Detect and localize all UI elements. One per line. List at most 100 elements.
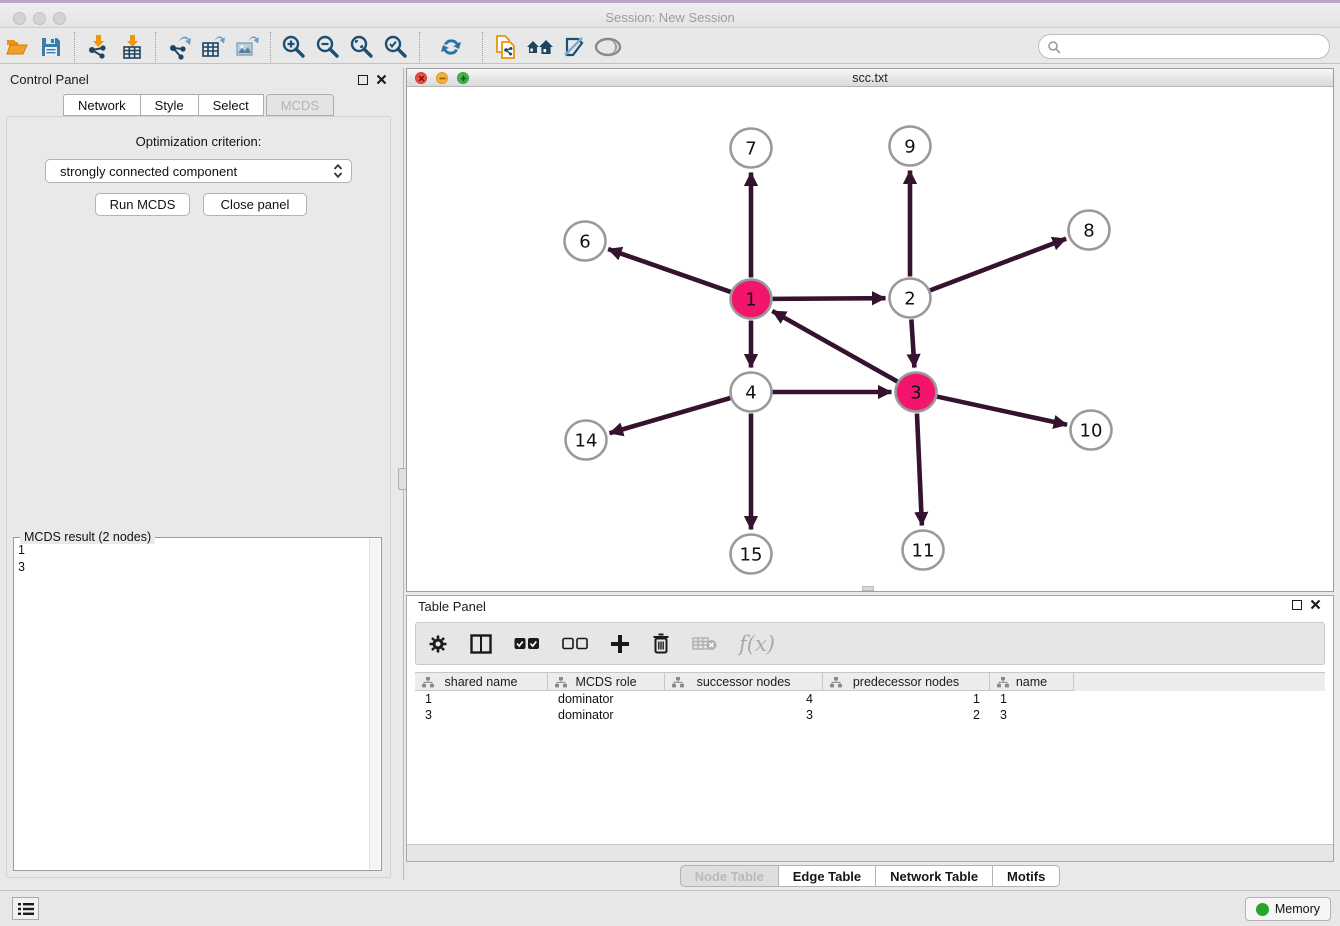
column-type-icon bbox=[672, 677, 684, 688]
float-panel-icon[interactable] bbox=[358, 75, 368, 85]
table-cell[interactable]: dominator bbox=[548, 691, 665, 707]
edge-2-8[interactable] bbox=[930, 239, 1066, 291]
result-scrollbar[interactable] bbox=[369, 539, 380, 869]
tab-style[interactable]: Style bbox=[141, 94, 199, 116]
graph-node-9[interactable]: 9 bbox=[890, 127, 931, 166]
control-panel-tabs: NetworkStyleSelectMCDS bbox=[0, 94, 397, 117]
graph-node-14[interactable]: 14 bbox=[566, 421, 607, 460]
float-panel-icon[interactable] bbox=[1292, 600, 1302, 610]
close-panel-icon[interactable] bbox=[376, 74, 387, 85]
memory-label: Memory bbox=[1275, 902, 1320, 916]
split-panel-icon[interactable] bbox=[470, 634, 492, 654]
hide-labels-icon[interactable] bbox=[557, 32, 591, 62]
zoom-selected-icon[interactable] bbox=[379, 32, 413, 62]
tab-motifs[interactable]: Motifs bbox=[993, 865, 1060, 887]
node-label: 7 bbox=[745, 139, 756, 160]
zoom-out-icon[interactable] bbox=[311, 32, 345, 62]
toolbar-separator bbox=[270, 32, 271, 62]
tab-mcds[interactable]: MCDS bbox=[266, 94, 334, 116]
export-table-icon[interactable] bbox=[196, 32, 230, 62]
table-cell[interactable]: 3 bbox=[415, 707, 548, 723]
table-cell[interactable]: 3 bbox=[990, 707, 1074, 723]
import-network-icon[interactable] bbox=[81, 32, 115, 62]
main-titlebar: Session: New Session bbox=[0, 0, 1340, 28]
graph-node-10[interactable]: 10 bbox=[1071, 411, 1112, 450]
table-cell[interactable]: dominator bbox=[548, 707, 665, 723]
graph-node-6[interactable]: 6 bbox=[565, 222, 606, 261]
edge-4-14[interactable] bbox=[610, 398, 731, 433]
network-canvas[interactable]: 7 9 6 8 1 2 4 3 14 10 15 11 bbox=[407, 88, 1333, 591]
zoom-in-icon[interactable] bbox=[277, 32, 311, 62]
select-all-columns-icon[interactable] bbox=[514, 637, 540, 651]
edge-2-3[interactable] bbox=[911, 319, 914, 367]
edge-3-1[interactable] bbox=[772, 311, 897, 381]
graph-node-1[interactable]: 1 bbox=[731, 280, 772, 319]
graph-node-4[interactable]: 4 bbox=[731, 373, 772, 412]
tab-select[interactable]: Select bbox=[199, 94, 264, 116]
import-table-icon[interactable] bbox=[115, 32, 149, 62]
column-type-icon bbox=[422, 677, 434, 688]
search-box[interactable] bbox=[1038, 34, 1330, 59]
birdseye-view-icon[interactable] bbox=[591, 32, 625, 62]
save-session-icon[interactable] bbox=[34, 32, 68, 62]
edge-1-2[interactable] bbox=[772, 298, 885, 299]
list-icon bbox=[18, 902, 34, 916]
table-cell[interactable]: 1 bbox=[823, 691, 990, 707]
main-toolbar bbox=[0, 31, 1340, 64]
tab-node-table[interactable]: Node Table bbox=[680, 865, 779, 887]
zoom-fit-icon[interactable] bbox=[345, 32, 379, 62]
graph-node-3[interactable]: 3 bbox=[896, 373, 937, 412]
status-bar: Memory bbox=[0, 890, 1340, 926]
table-row[interactable]: 3dominator323 bbox=[415, 707, 1325, 723]
graph-node-8[interactable]: 8 bbox=[1069, 211, 1110, 250]
graph-node-15[interactable]: 15 bbox=[731, 535, 772, 574]
column-type-icon bbox=[830, 677, 842, 688]
table-cell[interactable]: 1 bbox=[990, 691, 1074, 707]
show-all-networks-icon[interactable] bbox=[523, 32, 557, 62]
tab-network[interactable]: Network bbox=[63, 94, 141, 116]
node-table: shared nameMCDS rolesuccessor nodesprede… bbox=[415, 672, 1325, 723]
export-image-icon[interactable] bbox=[230, 32, 264, 62]
column-header-shared-name[interactable]: shared name bbox=[415, 673, 548, 691]
copy-network-icon[interactable] bbox=[489, 32, 523, 62]
edge-3-11[interactable] bbox=[917, 413, 922, 525]
close-panel-button[interactable]: Close panel bbox=[203, 193, 307, 216]
horizontal-splitter-handle[interactable] bbox=[862, 586, 874, 591]
table-cell[interactable]: 4 bbox=[665, 691, 823, 707]
table-cell[interactable]: 2 bbox=[823, 707, 990, 723]
column-header-predecessor-nodes[interactable]: predecessor nodes bbox=[823, 673, 990, 691]
table-panel: Table Panel f(x) shared nameMCDS rolesuc… bbox=[406, 595, 1334, 862]
export-network-icon[interactable] bbox=[162, 32, 196, 62]
delete-column-icon[interactable] bbox=[652, 633, 670, 654]
table-panel-title: Table Panel bbox=[418, 599, 486, 614]
graph-node-11[interactable]: 11 bbox=[903, 531, 944, 570]
tab-network-table[interactable]: Network Table bbox=[876, 865, 993, 887]
table-settings-icon[interactable] bbox=[428, 634, 448, 654]
criterion-select[interactable]: strongly connected component bbox=[45, 159, 352, 183]
column-header-successor-nodes[interactable]: successor nodes bbox=[665, 673, 823, 691]
table-row[interactable]: 1dominator411 bbox=[415, 691, 1325, 707]
search-input[interactable] bbox=[1061, 40, 1329, 54]
column-header-name[interactable]: name bbox=[990, 673, 1074, 691]
network-window-titlebar[interactable]: scc.txt bbox=[407, 69, 1333, 87]
unselect-all-columns-icon[interactable] bbox=[562, 637, 588, 651]
toolbar-separator bbox=[419, 32, 420, 62]
edge-3-10[interactable] bbox=[937, 397, 1067, 425]
close-panel-icon[interactable] bbox=[1310, 599, 1321, 610]
table-cell[interactable]: 1 bbox=[415, 691, 548, 707]
add-column-icon[interactable] bbox=[610, 634, 630, 654]
tab-edge-table[interactable]: Edge Table bbox=[779, 865, 876, 887]
graph-node-2[interactable]: 2 bbox=[890, 279, 931, 318]
memory-status-icon bbox=[1256, 903, 1269, 916]
mcds-result-text[interactable]: 1 3 bbox=[18, 542, 367, 866]
graph-node-7[interactable]: 7 bbox=[731, 129, 772, 168]
edge-1-6[interactable] bbox=[608, 249, 731, 292]
open-file-icon[interactable] bbox=[0, 32, 34, 62]
table-cell[interactable]: 3 bbox=[665, 707, 823, 723]
run-mcds-button[interactable]: Run MCDS bbox=[95, 193, 190, 216]
toolbar-separator bbox=[74, 32, 75, 62]
task-history-button[interactable] bbox=[12, 897, 39, 920]
column-header-MCDS-role[interactable]: MCDS role bbox=[548, 673, 665, 691]
memory-button[interactable]: Memory bbox=[1245, 897, 1331, 921]
apply-layout-icon[interactable] bbox=[434, 32, 468, 62]
